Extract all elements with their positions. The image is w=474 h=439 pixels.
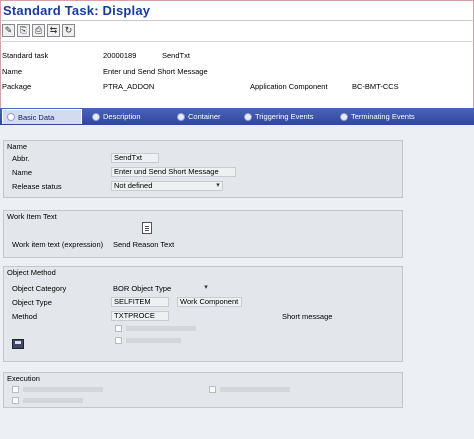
- application-toolbar: ✎ ⎘ ⎙ ⇆ ↻: [2, 24, 75, 38]
- terminating-events-icon: [340, 112, 348, 121]
- synchronous-label: [126, 326, 196, 331]
- object-method-group: Object Method Object Category BOR Object…: [3, 266, 403, 362]
- triggering-events-icon: [244, 112, 252, 121]
- app-component-label: Application Component: [250, 82, 328, 91]
- tab-container[interactable]: Container: [173, 109, 235, 124]
- name-value: Enter und Send Short Message: [103, 67, 208, 76]
- edit-icon: ✎: [4, 25, 13, 35]
- refresh-icon: ↻: [64, 25, 73, 35]
- group-title: Execution: [7, 374, 40, 383]
- tab-label: Container: [188, 112, 221, 121]
- work-item-text-group: Work Item Text Work item text (expressio…: [3, 210, 403, 258]
- title-divider: [0, 20, 474, 21]
- tab-triggering-events[interactable]: Triggering Events: [240, 109, 330, 124]
- name-label-field: Name: [12, 168, 33, 177]
- object-type-label: Object Type: [12, 298, 52, 307]
- group-title: Object Method: [7, 268, 56, 277]
- background-processing-checkbox[interactable]: [12, 386, 19, 393]
- refresh-button[interactable]: ↻: [62, 24, 75, 37]
- other-object-button[interactable]: ⎘: [17, 24, 30, 37]
- group-title: Name: [7, 142, 28, 151]
- object-type-field[interactable]: SELFITEM: [111, 297, 169, 307]
- abbr-field[interactable]: SendTxt: [111, 153, 159, 163]
- method-extra: Short message: [282, 312, 333, 321]
- standard-task-abbr: SendTxt: [162, 51, 190, 60]
- tab-basic-data[interactable]: Basic Data: [2, 109, 82, 124]
- print-icon: ⎙: [34, 25, 43, 35]
- method-field[interactable]: TXTPROCE: [111, 311, 169, 321]
- tab-strip: Basic Data Description Container Trigger…: [0, 108, 474, 125]
- dropdown-icon[interactable]: ▾: [202, 284, 210, 292]
- app-component-value: BC-BMT-CCS: [352, 82, 399, 91]
- work-item-text-value: Send Reason Text: [113, 240, 175, 249]
- tab-description[interactable]: Description: [88, 109, 168, 124]
- tab-terminating-events[interactable]: Terminating Events: [336, 109, 434, 124]
- tab-label: Terminating Events: [351, 112, 415, 121]
- background-label: [126, 338, 181, 343]
- synchronous-checkbox[interactable]: [115, 325, 122, 332]
- package-value: PTRA_ADDON: [103, 82, 155, 91]
- background-processing-label: [23, 387, 103, 392]
- execution-group: Execution: [3, 372, 403, 408]
- document-icon[interactable]: [142, 222, 152, 234]
- object-category-label: Object Category: [12, 284, 67, 293]
- work-item-text-label: Work item text (expression): [12, 240, 104, 249]
- tab-label: Triggering Events: [255, 112, 314, 121]
- release-status-field[interactable]: Not defined: [111, 181, 223, 191]
- description-icon: [92, 112, 100, 121]
- advance-with-dialog-label: [220, 387, 290, 392]
- standard-task-label: Standard task: [2, 51, 49, 60]
- print-button[interactable]: ⎙: [32, 24, 45, 37]
- advance-with-dialog-checkbox[interactable]: [209, 386, 216, 393]
- release-status-label: Release status: [12, 182, 62, 191]
- confirm-end-checkbox[interactable]: [12, 397, 19, 404]
- name-label: Name: [2, 67, 23, 76]
- container-icon: [177, 112, 185, 121]
- edit-button[interactable]: ✎: [2, 24, 15, 37]
- goto-button[interactable]: ⇆: [47, 24, 60, 37]
- dropdown-icon[interactable]: ▾: [214, 182, 222, 190]
- group-title: Work Item Text: [7, 212, 57, 221]
- goto-icon: ⇆: [49, 25, 58, 35]
- name-group: Name Abbr. SendTxt Name Enter und Send S…: [3, 140, 403, 198]
- tab-label: Basic Data: [18, 112, 55, 122]
- window-title: Standard Task: Display: [3, 3, 151, 18]
- confirm-end-label: [23, 398, 83, 403]
- object-category-value: BOR Object Type: [113, 284, 172, 293]
- standard-task-value: 20000189: [103, 51, 137, 60]
- save-icon[interactable]: [12, 339, 24, 349]
- abbr-label: Abbr.: [12, 154, 30, 163]
- name-field[interactable]: Enter und Send Short Message: [111, 167, 236, 177]
- object-type-extra: Work Component: [177, 297, 242, 307]
- background-checkbox[interactable]: [115, 337, 122, 344]
- package-label: Package: [2, 82, 32, 91]
- other-object-icon: ⎘: [19, 25, 28, 35]
- toolbar-divider: [0, 41, 474, 42]
- method-label: Method: [12, 312, 38, 321]
- tab-label: Description: [103, 112, 141, 121]
- basic-data-icon: [7, 113, 15, 121]
